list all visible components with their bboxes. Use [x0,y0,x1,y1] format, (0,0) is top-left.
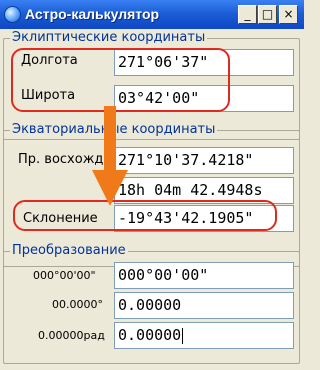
radians-value: 0.00000 [118,326,182,344]
conversion-group: Преобразование 000°00'00" 000°00'00" 00.… [3,243,300,364]
text-caret [182,327,184,344]
right-ascension-hours-field[interactable]: 18h 04m 42.4948s [114,177,294,204]
latitude-label: Широта [21,88,76,103]
right-ascension-label: Пр. восхожд. [18,152,108,167]
right-ascension-degrees-field[interactable]: 271°10'37.4218" [114,147,294,174]
decimal-degrees-field[interactable]: 0.00000 [114,292,294,319]
window-title: Астро-калькулятор [25,6,160,22]
decimal-format-label: 00.0000° [52,298,103,311]
declination-label: Склонение [23,211,98,226]
radian-format-label: 0.00000рад [38,329,105,342]
longitude-label: Долгота [21,53,78,68]
globe-icon [4,6,21,23]
close-button[interactable]: × [279,5,298,24]
longitude-field[interactable]: 271°06'37" [114,49,294,76]
latitude-field[interactable]: 03°42'00" [114,85,294,112]
equatorial-group-title: Экваториальные координаты [10,122,218,137]
dms-format-label: 000°00'00" [33,269,96,282]
radians-field[interactable]: 0.00000 [114,322,294,349]
conversion-group-title: Преобразование [10,243,128,258]
ecliptic-group-title: Эклиптические координаты [10,30,208,45]
main-window: Эклиптические координаты Долгота 271°06'… [0,29,304,370]
maximize-button[interactable]: □ [258,5,277,24]
declination-field[interactable]: -19°43'42.1905" [114,205,294,232]
minimize-button[interactable]: _ [238,5,257,24]
dms-field[interactable]: 000°00'00" [114,262,294,289]
title-bar[interactable]: Астро-калькулятор _ □ × [0,0,304,29]
